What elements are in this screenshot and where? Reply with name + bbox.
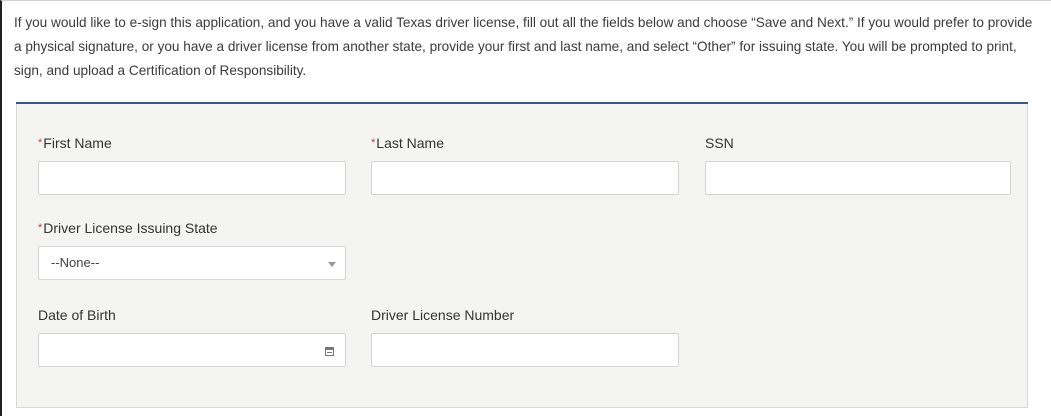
license-number-input[interactable] xyxy=(371,333,679,367)
issuing-state-select[interactable]: --None-- xyxy=(38,246,346,280)
chevron-down-icon xyxy=(328,262,336,267)
last-name-field-group: *Last Name xyxy=(371,134,679,196)
first-name-field-group: *First Name xyxy=(38,134,346,196)
issuing-state-label: *Driver License Issuing State xyxy=(38,220,218,236)
required-marker: * xyxy=(371,137,376,149)
date-of-birth-input[interactable] xyxy=(38,333,313,367)
last-name-label: *Last Name xyxy=(371,135,444,151)
calendar-icon xyxy=(325,347,334,356)
form-panel: *First Name *Last Name SSN *Driver Licen… xyxy=(16,104,1028,408)
license-number-field-group: Driver License Number xyxy=(371,306,679,368)
first-name-label: *First Name xyxy=(38,135,112,151)
ssn-label: SSN xyxy=(705,135,734,151)
date-picker-button[interactable] xyxy=(312,333,346,367)
first-name-input[interactable] xyxy=(38,161,346,195)
ssn-field-group: SSN xyxy=(705,134,1011,196)
date-of-birth-field-group: Date of Birth xyxy=(38,306,346,368)
issuing-state-field-group: *Driver License Issuing State --None-- xyxy=(38,219,346,281)
ssn-input[interactable] xyxy=(705,161,1011,195)
license-number-label: Driver License Number xyxy=(371,307,515,323)
required-marker: * xyxy=(38,222,43,234)
date-of-birth-label: Date of Birth xyxy=(38,307,116,323)
application-frame: If you would like to e-sign this applica… xyxy=(0,0,1051,416)
last-name-input[interactable] xyxy=(371,161,679,195)
instructions-text: If you would like to e-sign this applica… xyxy=(14,15,1033,78)
required-marker: * xyxy=(38,137,43,149)
issuing-state-selected-value: --None-- xyxy=(51,255,100,270)
